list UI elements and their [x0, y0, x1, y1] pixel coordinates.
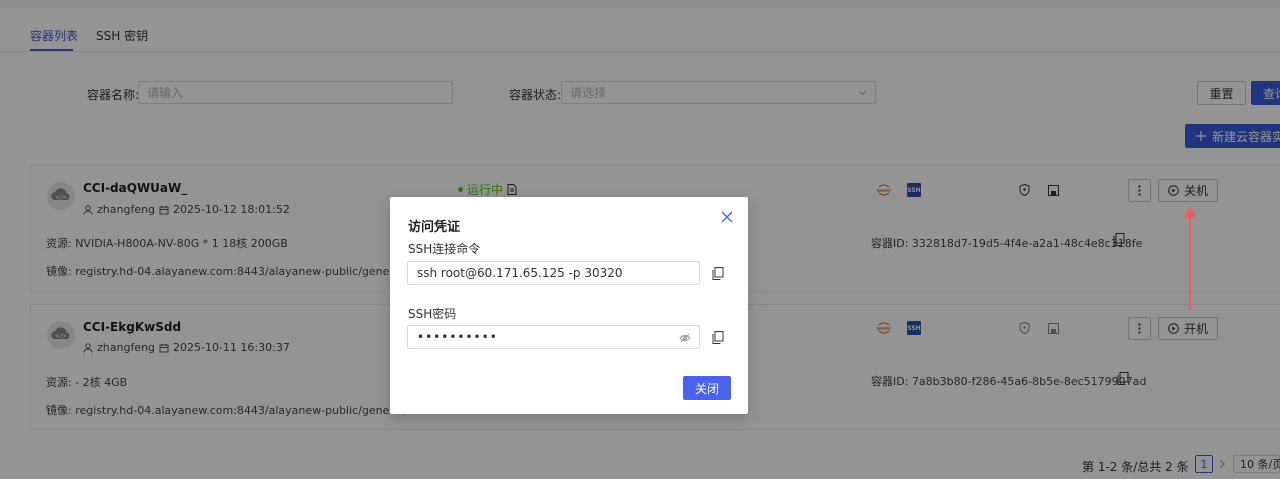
- eye-invisible-icon[interactable]: [679, 332, 691, 344]
- ssh-password-field: [407, 325, 700, 349]
- ssh-command-field: [407, 261, 700, 285]
- close-icon[interactable]: [721, 211, 733, 223]
- ssh-password-input[interactable]: [408, 326, 699, 348]
- modal-close-button[interactable]: 关闭: [683, 376, 731, 400]
- copy-icon[interactable]: [712, 331, 724, 344]
- container-list-page: 容器列表 SSH 密钥 容器名称: 容器状态: 重置 查询 新建云容器实例 </…: [0, 0, 1280, 479]
- modal-title: 访问凭证: [408, 220, 461, 235]
- ssh-command-input[interactable]: [408, 262, 699, 284]
- annotation-arrow-icon: [1184, 206, 1196, 310]
- ssh-password-label: SSH密码: [408, 307, 457, 321]
- copy-icon[interactable]: [712, 267, 724, 280]
- ssh-command-label: SSH连接命令: [408, 242, 481, 256]
- access-credentials-modal: 访问凭证 SSH连接命令 SSH密码 关闭: [390, 197, 748, 414]
